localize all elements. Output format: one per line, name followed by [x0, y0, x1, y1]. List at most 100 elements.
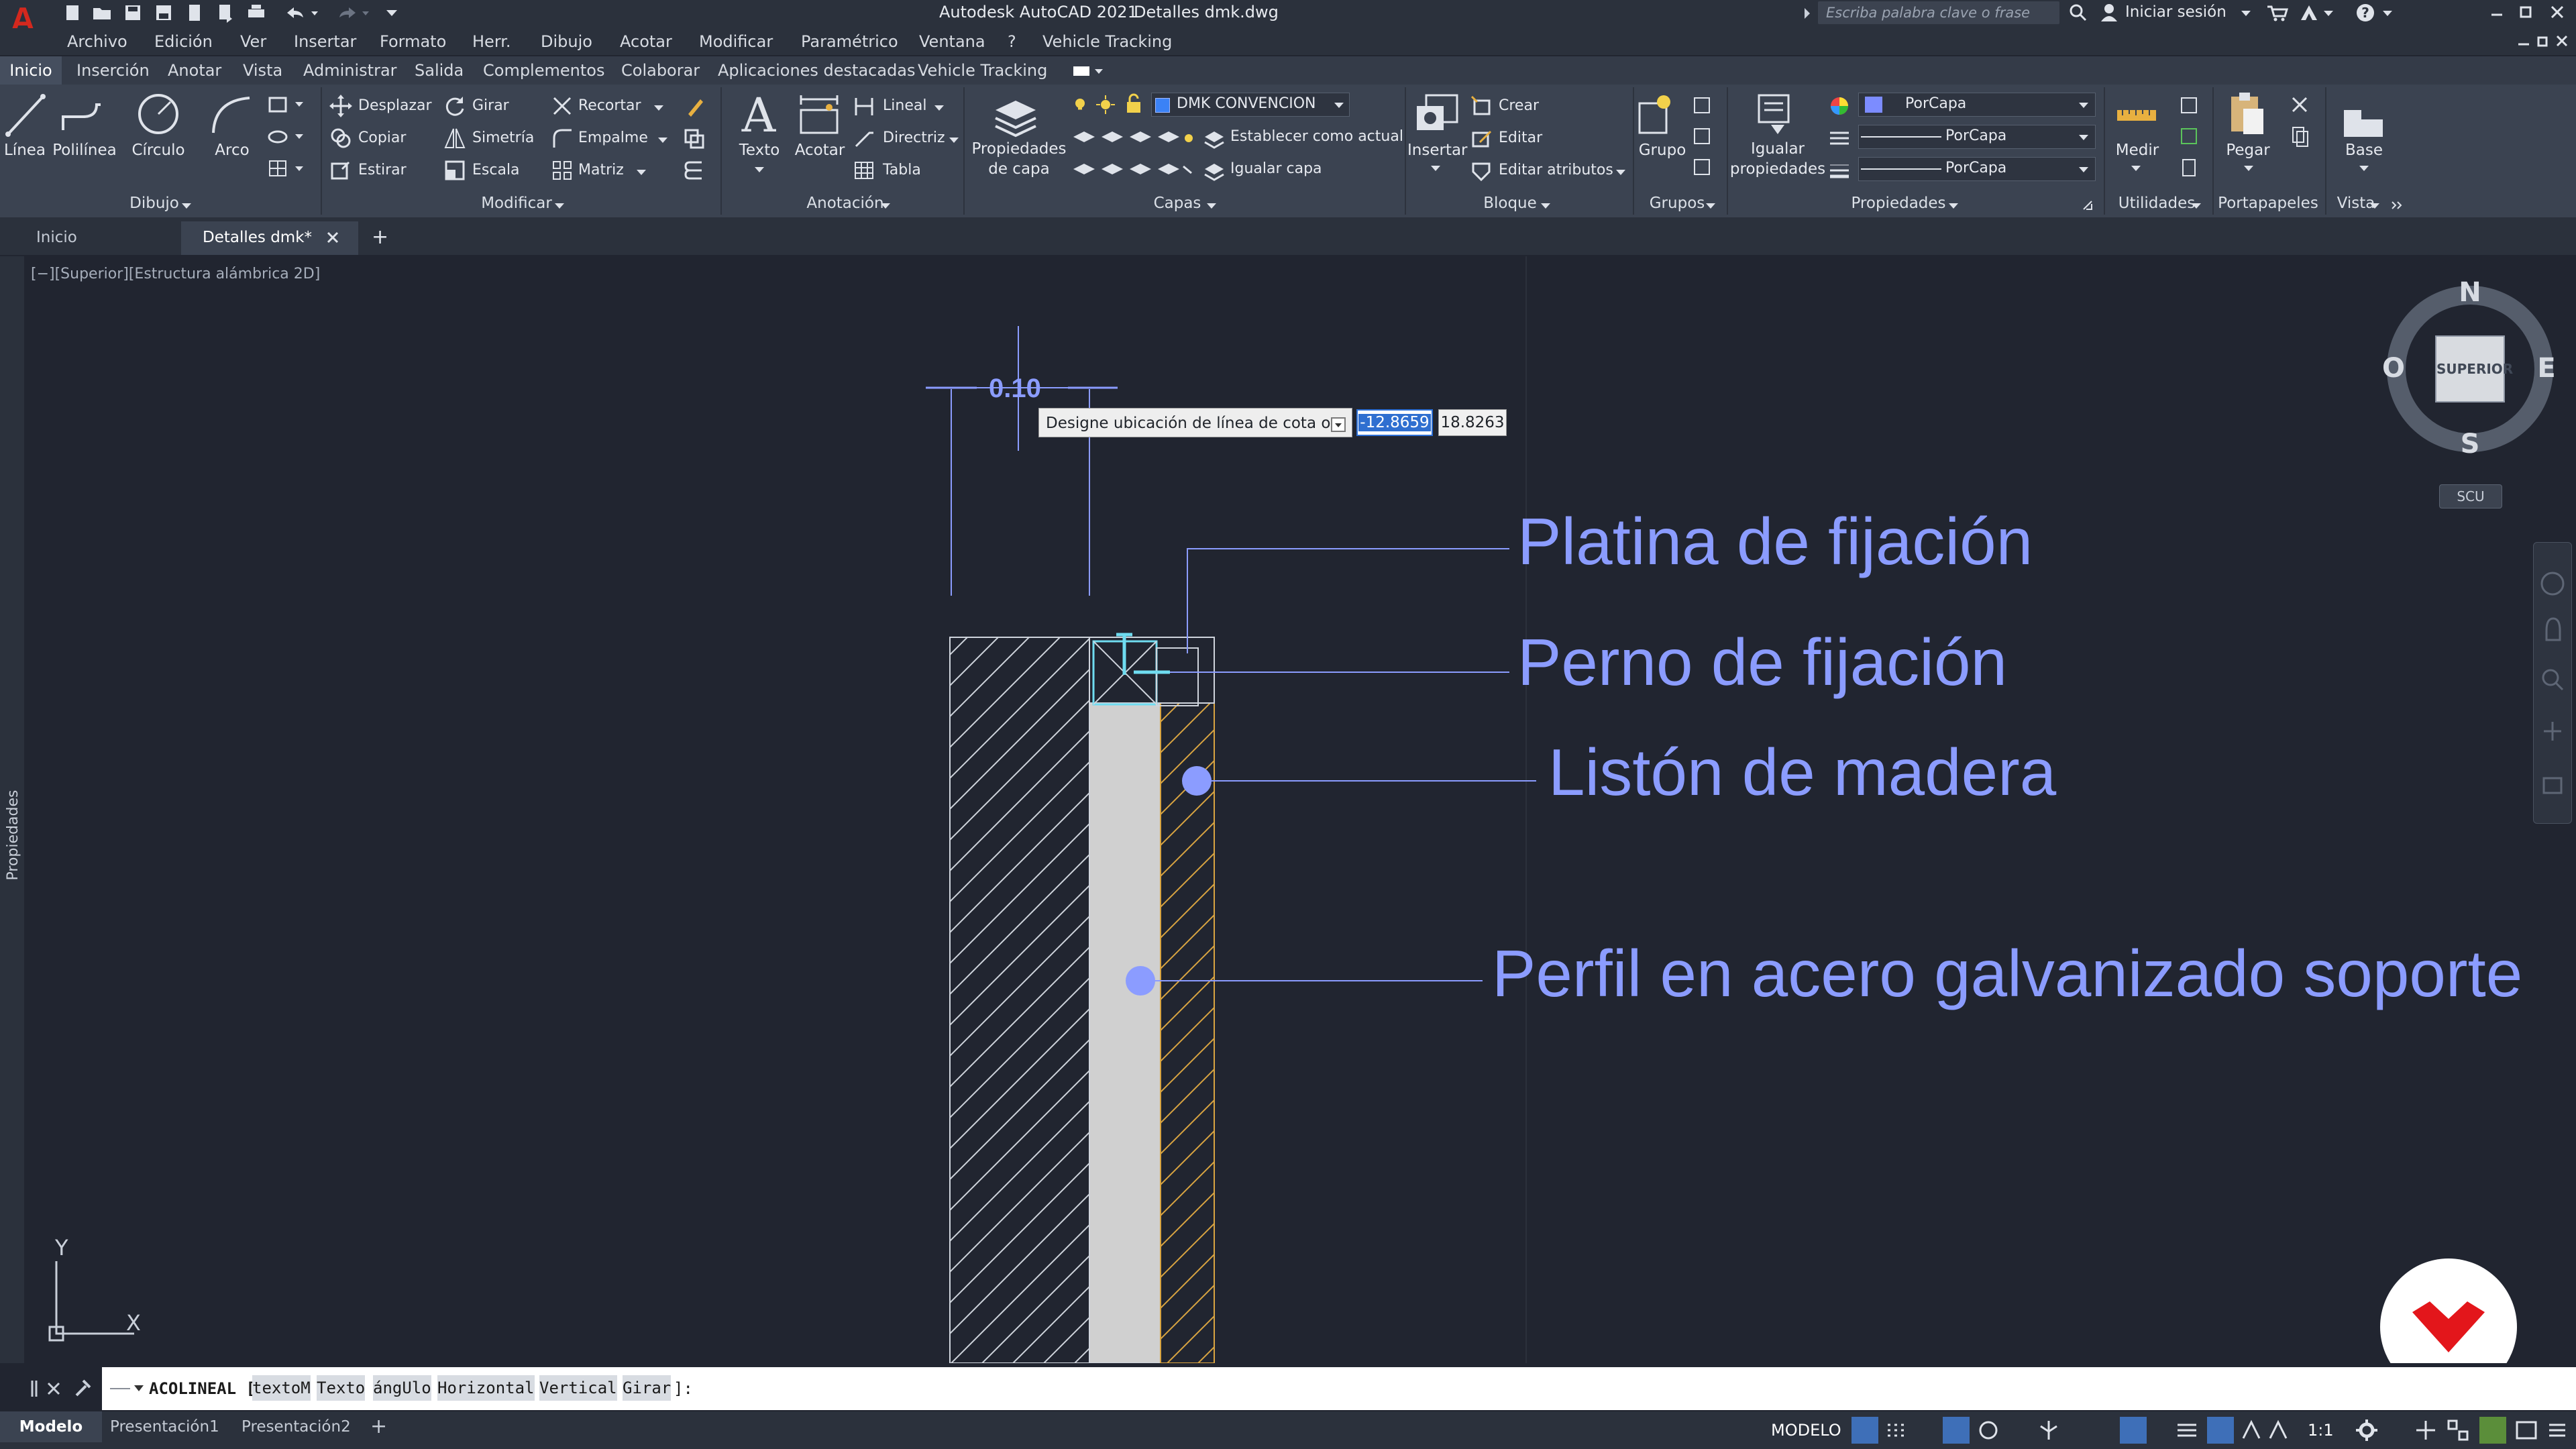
offset-icon[interactable] [682, 158, 706, 182]
paste-dropdown-icon[interactable] [2241, 160, 2257, 176]
group-icon[interactable] [1634, 90, 1678, 140]
linear-dim-dropdown-icon[interactable] [931, 99, 947, 115]
move-label[interactable]: Desplazar [358, 97, 432, 115]
print-icon[interactable] [244, 1, 268, 24]
panel-anotacion-expand-icon[interactable] [877, 197, 894, 213]
tab-anotar[interactable]: Anotar [168, 56, 221, 85]
measure-dropdown-icon[interactable] [2128, 160, 2144, 176]
measure-label[interactable]: Medir [2110, 141, 2164, 160]
layout-tab-presentacion1[interactable]: Presentación1 [110, 1411, 219, 1442]
arc-tool-icon[interactable] [205, 90, 259, 140]
linetype-icon[interactable] [1827, 126, 1851, 150]
expand-search-icon[interactable] [1801, 4, 1814, 23]
layout-tab-presentacion2[interactable]: Presentación2 [241, 1411, 351, 1442]
customization-menu-icon[interactable] [2544, 1417, 2571, 1444]
menu-modificar[interactable]: Modificar [699, 28, 773, 55]
annotation-visibility-icon[interactable] [2207, 1417, 2234, 1444]
fillet-icon[interactable] [550, 126, 574, 150]
mirror-icon[interactable] [443, 126, 467, 150]
rotate-icon[interactable] [443, 94, 467, 118]
edit-attributes-icon[interactable] [1469, 158, 1493, 182]
layer-properties-icon[interactable] [989, 90, 1042, 140]
web-mobile-icon[interactable] [182, 1, 207, 24]
open-folder-icon[interactable] [90, 1, 114, 24]
document-window-controls[interactable] [2509, 28, 2576, 55]
leader-label[interactable]: Directriz [883, 129, 945, 148]
edit-block-icon[interactable] [1469, 126, 1493, 150]
trim-dropdown-icon[interactable] [651, 99, 667, 115]
help-icon[interactable]: ? [2353, 1, 2400, 24]
polar-tracking-icon[interactable] [1975, 1417, 2002, 1444]
new-tab-button[interactable]: + [372, 223, 388, 252]
arc-tool-label[interactable]: Arco [205, 141, 259, 160]
command-option-girar[interactable]: Girar [623, 1375, 672, 1401]
fillet-dropdown-icon[interactable] [655, 131, 671, 148]
hardware-acceleration-icon[interactable] [2479, 1417, 2506, 1444]
match-properties-label-line1[interactable]: Igualar [1728, 140, 1827, 158]
auto-scale-icon[interactable] [2238, 1417, 2265, 1444]
ucs-menu-button[interactable]: SCU [2439, 484, 2502, 508]
panel-vista-expand-icon[interactable] [2367, 197, 2414, 213]
menu-vehicle-tracking[interactable]: Vehicle Tracking [1042, 28, 1172, 55]
command-line-controls[interactable] [27, 1373, 101, 1405]
panel-utilidades-expand-icon[interactable] [2188, 197, 2204, 213]
leader-icon[interactable] [852, 126, 876, 150]
explode-icon[interactable] [682, 126, 706, 150]
layer-tools-row2-icons[interactable] [1071, 157, 1198, 181]
isodraft-icon[interactable] [2035, 1417, 2062, 1444]
panel-modificar-expand-icon[interactable] [551, 197, 568, 213]
signin-dropdown-icon[interactable] [2238, 1, 2254, 24]
menu-archivo[interactable]: Archivo [67, 28, 127, 55]
customize-toolbar-icon[interactable] [380, 1, 404, 24]
panel-portapapeles-title[interactable]: Portapapeles [2211, 192, 2325, 215]
export-icon[interactable] [213, 1, 237, 24]
stretch-icon[interactable] [329, 158, 353, 182]
polyline-tool-icon[interactable] [56, 90, 110, 140]
model-space-toggle[interactable]: MODELO [1771, 1417, 1841, 1444]
menu-dibujo[interactable]: Dibujo [541, 28, 592, 55]
layer-properties-label-line1[interactable]: Propiedades [970, 140, 1068, 158]
copy-icon[interactable] [329, 126, 353, 150]
dimension-tool-label[interactable]: Acotar [792, 141, 848, 160]
viewcube-face[interactable]: SUPERIOR [2435, 335, 2513, 402]
layer-tools-row1-icons[interactable] [1071, 125, 1198, 149]
tab-inicio[interactable]: Inicio [0, 56, 62, 85]
workspace-settings-icon[interactable] [2353, 1417, 2380, 1444]
text-tool-icon[interactable]: A [735, 90, 782, 140]
match-properties-icon[interactable] [1751, 90, 1801, 140]
command-option-vertical[interactable]: Vertical [539, 1375, 617, 1401]
navigation-bar-icons[interactable] [2537, 564, 2568, 818]
dimension-tool-icon[interactable] [794, 90, 844, 140]
command-option-horizontal[interactable]: Horizontal [437, 1375, 535, 1401]
layout-tab-modelo[interactable]: Modelo [0, 1411, 102, 1442]
units-icon[interactable] [2445, 1417, 2471, 1444]
edit-block-label[interactable]: Editar [1499, 129, 1542, 148]
trim-label[interactable]: Recortar [578, 97, 641, 115]
redo-icon[interactable] [333, 1, 373, 24]
viewcube-south[interactable]: S [2455, 429, 2485, 459]
cart-icon[interactable] [2263, 1, 2290, 24]
properties-dialog-launcher-icon[interactable] [2080, 197, 2096, 213]
menu-formato[interactable]: Formato [380, 28, 446, 55]
lineweight-display-icon[interactable] [2174, 1417, 2200, 1444]
menu-parametrico[interactable]: Paramétrico [801, 28, 898, 55]
menu-herramientas[interactable]: Herr. [472, 28, 511, 55]
tab-complementos[interactable]: Complementos [483, 56, 604, 85]
match-layer-label[interactable]: Igualar capa [1230, 160, 1322, 178]
circle-tool-label[interactable]: Círculo [125, 141, 192, 160]
file-tab-inicio[interactable]: Inicio [36, 223, 77, 252]
fillet-label[interactable]: Empalme [578, 129, 648, 148]
utility-small-tools-icons[interactable] [2178, 94, 2202, 182]
save-icon[interactable] [121, 1, 145, 24]
create-block-label[interactable]: Crear [1499, 97, 1539, 115]
base-view-icon[interactable] [2339, 97, 2388, 146]
scale-label[interactable]: Escala [472, 161, 520, 180]
base-dropdown-icon[interactable] [2356, 160, 2372, 176]
group-label[interactable]: Grupo [1634, 141, 1690, 160]
tab-insercion[interactable]: Inserción [76, 56, 150, 85]
layer-state-icons[interactable] [1071, 93, 1151, 117]
viewcube-west[interactable]: O [2379, 354, 2408, 383]
move-icon[interactable] [329, 94, 353, 118]
dynamic-input-options-icon[interactable] [1330, 416, 1347, 433]
dynamic-input-x-field[interactable]: -12.8659 [1356, 409, 1433, 436]
